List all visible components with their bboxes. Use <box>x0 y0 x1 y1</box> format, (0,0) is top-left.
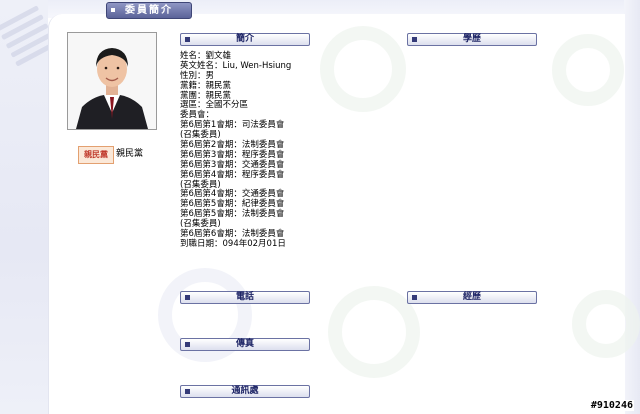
image-id-watermark: #910246 <box>589 400 634 411</box>
right-decorative-band <box>624 0 640 414</box>
tab-marker-icon <box>111 8 115 12</box>
page-title: 委員簡介 <box>125 5 173 16</box>
bullet-square-icon <box>412 295 417 300</box>
member-info-list: 姓名：劉文雄 英文姓名：Liu, Wen-Hsiung 性別：男 黨籍：親民黨 … <box>180 51 360 250</box>
section-title: 電話 <box>235 292 254 302</box>
party-logo-text: 親民黨 <box>84 150 108 159</box>
section-header-education: 學歷 <box>407 33 537 46</box>
member-photo <box>67 32 157 130</box>
bullet-square-icon <box>185 389 190 394</box>
section-title: 簡介 <box>235 34 254 44</box>
info-line: 到職日期：094年02月01日 <box>180 238 286 249</box>
party-label: 親民黨 <box>116 149 144 159</box>
section-title: 經歷 <box>462 292 481 302</box>
section-header-intro: 簡介 <box>180 33 310 46</box>
flower-watermark <box>552 34 624 106</box>
section-header-experience: 經歷 <box>407 291 537 304</box>
flower-watermark <box>572 290 640 358</box>
left-decorative-band <box>0 0 58 414</box>
bullet-square-icon <box>185 295 190 300</box>
bullet-square-icon <box>185 37 190 42</box>
bullet-square-icon <box>412 37 417 42</box>
section-header-fax: 傳真 <box>180 338 310 351</box>
section-title: 通訊處 <box>231 386 259 396</box>
page-title-tab: 委員簡介 <box>106 2 192 19</box>
section-title: 學歷 <box>462 34 481 44</box>
party-logo: 親民黨 <box>78 146 114 164</box>
section-header-phone: 電話 <box>180 291 310 304</box>
section-title: 傳真 <box>235 339 254 349</box>
portrait-image <box>68 33 156 129</box>
bullet-square-icon <box>185 342 190 347</box>
section-header-address: 通訊處 <box>180 385 310 398</box>
